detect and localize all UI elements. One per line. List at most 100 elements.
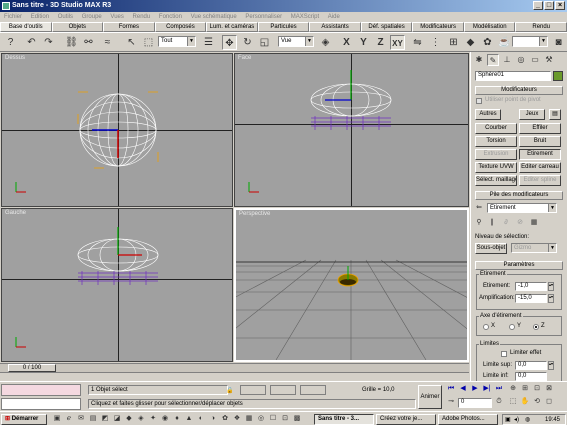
mirror-icon[interactable]: ⇋ xyxy=(410,35,425,50)
quicklaunch-app-icon[interactable]: ❖ xyxy=(232,414,242,424)
axis-x-radio[interactable] xyxy=(483,324,489,330)
sets-button[interactable]: Jeux xyxy=(519,109,545,120)
play-icon[interactable]: ▶ xyxy=(470,384,480,394)
tray-app-icon[interactable]: ◍ xyxy=(525,416,530,423)
lower-limit-field[interactable]: 0,0 xyxy=(515,372,547,381)
mod-edit-patch-button[interactable]: Editer carreau xyxy=(519,162,561,173)
edit-stack-icon[interactable]: ▦ xyxy=(529,218,539,228)
animate-button[interactable]: Animer xyxy=(418,385,442,409)
quicklaunch-app-icon[interactable]: ⊡ xyxy=(280,414,290,424)
tab-helpers[interactable]: Assistants xyxy=(309,22,361,32)
tab-base-tools[interactable]: Base d'outils xyxy=(0,22,52,32)
quicklaunch-app-icon[interactable]: ▩ xyxy=(292,414,302,424)
show-end-result-icon[interactable]: ∥ xyxy=(487,218,497,228)
maxscript-listener[interactable] xyxy=(1,384,81,396)
menu-group[interactable]: Groupe xyxy=(82,14,102,20)
quicklaunch-app-icon[interactable]: ▲ xyxy=(184,414,194,424)
axis-xy-button[interactable]: XY xyxy=(390,35,405,50)
axis-y-radio[interactable] xyxy=(509,324,515,330)
axis-z-radio[interactable] xyxy=(533,324,539,330)
quick-render-icon[interactable]: ☕ xyxy=(497,35,512,50)
zoom-extents-icon[interactable]: ⊡ xyxy=(532,384,542,394)
quicklaunch-app-icon[interactable]: ◩ xyxy=(100,414,110,424)
viewport-front[interactable]: Face xyxy=(234,53,469,207)
link-icon[interactable]: ⛓ xyxy=(64,35,79,50)
menu-tools[interactable]: Outils xyxy=(58,14,73,20)
rotate-icon[interactable]: ↻ xyxy=(240,35,255,50)
tray-network-icon[interactable]: ▣ xyxy=(505,416,511,423)
tab-rendering[interactable]: Rendu xyxy=(515,22,567,32)
menu-track[interactable]: Fonction xyxy=(159,14,182,20)
minimize-button[interactable]: _ xyxy=(533,1,543,10)
region-select-icon[interactable]: ⬚ xyxy=(141,35,156,50)
limit-effect-checkbox[interactable] xyxy=(501,351,507,357)
quicklaunch-desktop-icon[interactable]: ▣ xyxy=(52,414,62,424)
quicklaunch-ie-icon[interactable]: ℯ xyxy=(64,414,74,424)
amplify-value-field[interactable]: -15,0 xyxy=(515,294,547,303)
menu-edit[interactable]: Edition xyxy=(31,14,49,20)
task-creez-votre[interactable]: Créez votre je... xyxy=(376,414,436,425)
quicklaunch-app-icon[interactable]: ◪ xyxy=(112,414,122,424)
tab-modifiers[interactable]: Modificateurs xyxy=(412,22,464,32)
parameters-rollout-header[interactable]: Paramètres xyxy=(475,261,563,270)
pan-icon[interactable]: ✋ xyxy=(520,397,530,407)
subobject-button[interactable]: Sous-objet xyxy=(475,243,507,254)
display-tab-icon[interactable]: ▭ xyxy=(529,54,541,66)
object-color-swatch[interactable] xyxy=(553,71,563,81)
region-zoom-icon[interactable]: ⬚ xyxy=(508,397,518,407)
quicklaunch-app-icon[interactable]: ☐ xyxy=(268,414,278,424)
upper-limit-field[interactable]: 0,0 xyxy=(515,361,547,370)
menu-file[interactable]: Fichier xyxy=(4,14,22,20)
selection-filter-dropdown[interactable]: Tout ▼ xyxy=(158,36,196,47)
mod-taper-button[interactable]: Effiler xyxy=(519,123,561,134)
maximize-button[interactable]: □ xyxy=(544,1,554,10)
axis-z-button[interactable]: Z xyxy=(373,35,388,50)
tab-space-warps[interactable]: Déf. spatiales xyxy=(360,22,413,32)
render-last-icon[interactable]: ◙ xyxy=(551,35,566,50)
quicklaunch-app-icon[interactable]: ✦ xyxy=(148,414,158,424)
sets-config-button[interactable]: ▤ xyxy=(549,109,561,120)
tab-particles[interactable]: Particules xyxy=(257,22,310,32)
modifiers-rollout-header[interactable]: Modificateurs xyxy=(475,86,563,95)
tab-modeling[interactable]: Modélisation xyxy=(463,22,516,32)
stretch-spinner[interactable]: ▴▾ xyxy=(548,282,554,291)
menu-views[interactable]: Vues xyxy=(110,14,123,20)
modifier-stack-dropdown[interactable]: Etirement ▼ xyxy=(487,203,557,213)
coord-y-field[interactable] xyxy=(270,385,296,395)
quicklaunch-app-icon[interactable]: ♦ xyxy=(172,414,182,424)
redo-icon[interactable]: ↷ xyxy=(41,35,56,50)
stretch-value-field[interactable]: -1,0 xyxy=(515,282,547,291)
maxscript-input[interactable] xyxy=(1,398,81,410)
zoom-icon[interactable]: ⊕ xyxy=(508,384,518,394)
menu-schematic[interactable]: Vue schématique xyxy=(191,14,237,20)
tab-objects[interactable]: Objets xyxy=(51,22,104,32)
hierarchy-tab-icon[interactable]: ⊥ xyxy=(501,54,513,66)
viewport-top[interactable]: Dessus xyxy=(1,53,233,207)
lock-selection-icon[interactable]: 🔒 xyxy=(226,387,233,394)
maximize-viewport-icon[interactable]: ◻ xyxy=(544,397,554,407)
current-frame-field[interactable]: 0 xyxy=(458,398,492,408)
bind-space-warp-icon[interactable]: ≈ xyxy=(100,35,115,50)
mod-mesh-select-button[interactable]: Sélect. maillage xyxy=(475,175,517,186)
unlink-icon[interactable]: ⚯ xyxy=(81,35,96,50)
modify-tab-icon[interactable]: ✎ xyxy=(487,54,499,66)
arc-rotate-icon[interactable]: ⟲ xyxy=(532,397,542,407)
time-slider-thumb[interactable]: 0 / 100 xyxy=(8,364,56,372)
coord-system-dropdown[interactable]: Vue ▼ xyxy=(278,36,314,47)
tab-lights-cameras[interactable]: Lum. et caméras xyxy=(206,22,258,32)
remove-modifier-icon[interactable]: ⊘ xyxy=(515,218,525,228)
time-slider-track[interactable]: 0 / 100 xyxy=(0,363,469,372)
task-3dsmax[interactable]: Sans titre - 3... xyxy=(314,414,374,425)
go-to-end-icon[interactable]: ⏭ xyxy=(494,384,504,394)
menu-help[interactable]: Aide xyxy=(328,14,340,20)
mod-uvw-button[interactable]: Texture UVW xyxy=(475,162,517,173)
quicklaunch-app-icon[interactable]: ◉ xyxy=(160,414,170,424)
mod-noise-button[interactable]: Bruit xyxy=(519,136,561,147)
zoom-extents-all-icon[interactable]: ⊠ xyxy=(544,384,554,394)
move-icon[interactable]: ✥ xyxy=(222,35,237,50)
quicklaunch-folder-icon[interactable]: ▤ xyxy=(88,414,98,424)
menu-customize[interactable]: Personnaliser xyxy=(245,14,282,20)
create-tab-icon[interactable]: ✱ xyxy=(473,54,485,66)
upper-limit-spinner[interactable]: ▴▾ xyxy=(548,361,554,370)
quicklaunch-app-icon[interactable]: ◆ xyxy=(124,414,134,424)
